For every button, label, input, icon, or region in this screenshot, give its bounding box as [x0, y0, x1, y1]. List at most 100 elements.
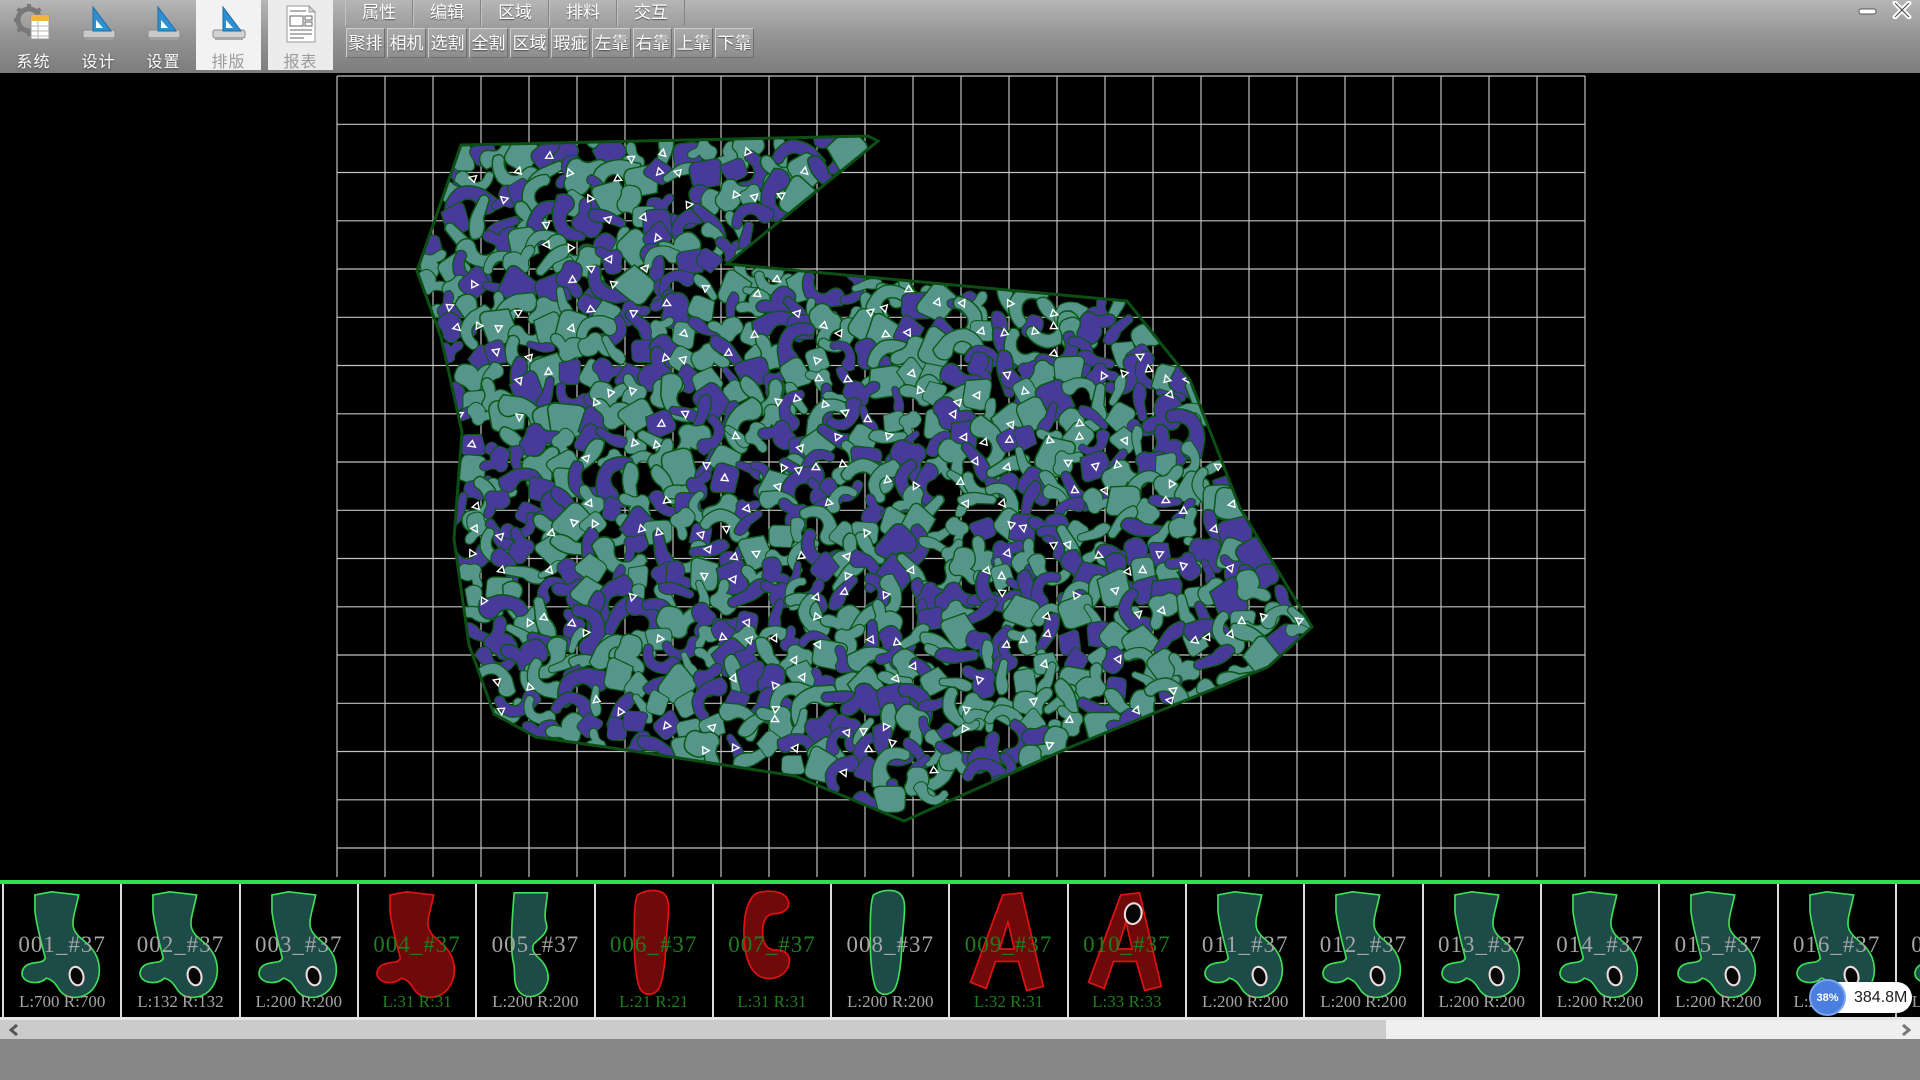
- piece-lr-label: L:32 R:31: [950, 992, 1066, 1012]
- action-button-4[interactable]: 全割: [469, 28, 508, 58]
- toolbar-button-2[interactable]: 设计: [66, 0, 131, 70]
- piece-thumbnail-013_#37[interactable]: 013_#37 L:200 R:200: [1422, 884, 1540, 1017]
- piece-id-label: 016_#37: [1779, 932, 1895, 958]
- action-button-5[interactable]: 区域: [510, 28, 549, 58]
- piece-thumbnail-015_#37[interactable]: 015_#37 L:200 R:200: [1658, 884, 1776, 1017]
- piece-lr-label: L:700 R:700: [4, 992, 120, 1012]
- toolbar-button-label: 设置: [131, 48, 196, 72]
- piece-thumbnail-list: 001_#37L:700 R:700002_#37L:132 R:132003_…: [0, 884, 1920, 1017]
- piece-thumbnail-002_#37[interactable]: 002_#37 L:132 R:132: [120, 884, 238, 1017]
- piece-id-label: 005_#37: [477, 932, 593, 958]
- close-button[interactable]: [1887, 2, 1916, 23]
- piece-id-label: 004_#37: [359, 932, 475, 958]
- menu-item-3[interactable]: 区域: [481, 0, 549, 26]
- piece-lr-label: L:200 R:200: [1187, 992, 1303, 1012]
- nesting-canvas[interactable]: [0, 73, 1920, 880]
- piece-lr-label: L:200 R:200: [241, 992, 357, 1012]
- piece-id-label: 001_#37: [4, 932, 120, 958]
- piece-id-label: 006_#37: [596, 932, 712, 958]
- piece-id-label: 010_#37: [1069, 932, 1185, 958]
- design-icon: [79, 4, 119, 44]
- menu-item-2[interactable]: 编辑: [413, 0, 481, 26]
- minimize-button[interactable]: [1853, 2, 1882, 23]
- piece-thumbnail-011_#37[interactable]: 011_#37 L:200 R:200: [1185, 884, 1303, 1017]
- app-window: { "window": { "controls": [ {"name": "mi…: [0, 0, 1920, 1080]
- toolbar-button-3[interactable]: 设置: [131, 0, 196, 70]
- piece-thumbnail-009_#37[interactable]: 009_#37 L:32 R:31: [948, 884, 1066, 1017]
- piece-id-label: 017_#37: [1897, 932, 1920, 958]
- piece-thumbnail-010_#37[interactable]: 010_#37 L:33 R:33: [1067, 884, 1185, 1017]
- scroll-left-button[interactable]: [0, 1020, 28, 1039]
- piece-lr-label: L:200 R:200: [1305, 992, 1421, 1012]
- toolbar-button-label: 设计: [66, 48, 131, 72]
- nested-pieces: [411, 122, 1316, 815]
- memory-size-label: 384.8M: [1854, 982, 1907, 1013]
- piece-thumbnail-004_#37[interactable]: 004_#37 L:31 R:31: [357, 884, 475, 1017]
- piece-lr-label: L:31 R:31: [359, 992, 475, 1012]
- menu-item-1[interactable]: 属性: [345, 0, 413, 26]
- toolbar-button-label: 系统: [1, 48, 66, 72]
- minimize-icon: [1857, 1, 1879, 24]
- layout-icon: [209, 4, 249, 44]
- piece-thumbnail-008_#37[interactable]: 008_#37 L:200 R:200: [830, 884, 948, 1017]
- action-bar: 聚排相机选割全割区域瑕疵左靠右靠上靠下靠: [346, 28, 754, 59]
- piece-id-label: 011_#37: [1187, 932, 1303, 958]
- piece-thumbnail-001_#37[interactable]: 001_#37 L:700 R:700: [2, 884, 120, 1017]
- pieces-panel: 001_#37L:700 R:700002_#37L:132 R:132003_…: [0, 880, 1920, 1020]
- scroll-right-button[interactable]: [1892, 1020, 1920, 1039]
- horizontal-scrollbar[interactable]: [0, 1020, 1920, 1039]
- chevron-right-icon: [1901, 1024, 1911, 1036]
- toolbar-button-1[interactable]: 系统: [1, 0, 66, 70]
- menu-item-5[interactable]: 交互: [617, 0, 685, 26]
- piece-thumbnail-007_#37[interactable]: 007_#37 L:31 R:31: [712, 884, 830, 1017]
- piece-lr-label: L:200 R:200: [832, 992, 948, 1012]
- piece-lr-label: L:200 R:200: [477, 992, 593, 1012]
- action-button-8[interactable]: 右靠: [633, 28, 672, 58]
- piece-lr-label: L:132 R:132: [122, 992, 238, 1012]
- window-controls: [1853, 2, 1916, 24]
- close-icon: [1891, 1, 1913, 24]
- piece-id-label: 008_#37: [832, 932, 948, 958]
- piece-thumbnail-006_#37[interactable]: 006_#37 L:21 R:21: [594, 884, 712, 1017]
- menu-bar: 属性编辑区域排料交互: [345, 0, 685, 26]
- action-button-2[interactable]: 相机: [387, 28, 426, 58]
- menu-item-4[interactable]: 排料: [549, 0, 617, 26]
- action-button-7[interactable]: 左靠: [592, 28, 631, 58]
- piece-thumbnail-003_#37[interactable]: 003_#37 L:200 R:200: [239, 884, 357, 1017]
- piece-id-label: 007_#37: [714, 932, 830, 958]
- piece-lr-label: L:200 R:200: [1542, 992, 1658, 1012]
- toolbar-button-label: 报表: [268, 48, 333, 72]
- piece-lr-label: L:200 R:200: [1424, 992, 1540, 1012]
- toolbar-button-4[interactable]: 排版: [196, 0, 261, 70]
- piece-thumbnail-012_#37[interactable]: 012_#37 L:200 R:200: [1303, 884, 1421, 1017]
- piece-lr-label: L:31 R:31: [714, 992, 830, 1012]
- piece-lr-label: L:200 R:200: [1660, 992, 1776, 1012]
- memory-progress-badge[interactable]: 38% 384.8M: [1812, 982, 1912, 1013]
- status-bar: [0, 1039, 1920, 1080]
- piece-lr-label: L:33 R:33: [1069, 992, 1185, 1012]
- scrollbar-thumb[interactable]: [28, 1020, 1386, 1039]
- action-button-9[interactable]: 上靠: [674, 28, 713, 58]
- piece-id-label: 003_#37: [241, 932, 357, 958]
- system-icon: [14, 4, 54, 44]
- action-button-6[interactable]: 瑕疵: [551, 28, 590, 58]
- piece-id-label: 013_#37: [1424, 932, 1540, 958]
- piece-thumbnail-005_#37[interactable]: 005_#37 L:200 R:200: [475, 884, 593, 1017]
- piece-id-label: 015_#37: [1660, 932, 1776, 958]
- piece-id-label: 002_#37: [122, 932, 238, 958]
- progress-circle: 38%: [1809, 979, 1846, 1016]
- toolbar-button-5[interactable]: 报表: [268, 0, 333, 70]
- piece-id-label: 014_#37: [1542, 932, 1658, 958]
- toolbar-button-label: 排版: [196, 48, 261, 72]
- toolbar: 系统设计设置排版报表 属性编辑区域排料交互 聚排相机选割全割区域瑕疵左靠右靠上靠…: [0, 0, 1920, 73]
- action-button-3[interactable]: 选割: [428, 28, 467, 58]
- piece-thumbnail-014_#37[interactable]: 014_#37 L:200 R:200: [1540, 884, 1658, 1017]
- report-icon: [281, 4, 321, 44]
- action-button-10[interactable]: 下靠: [715, 28, 754, 58]
- piece-id-label: 009_#37: [950, 932, 1066, 958]
- action-button-1[interactable]: 聚排: [346, 28, 385, 58]
- settings-icon: [144, 4, 184, 44]
- piece-id-label: 012_#37: [1305, 932, 1421, 958]
- piece-lr-label: L:21 R:21: [596, 992, 712, 1012]
- chevron-left-icon: [9, 1024, 19, 1036]
